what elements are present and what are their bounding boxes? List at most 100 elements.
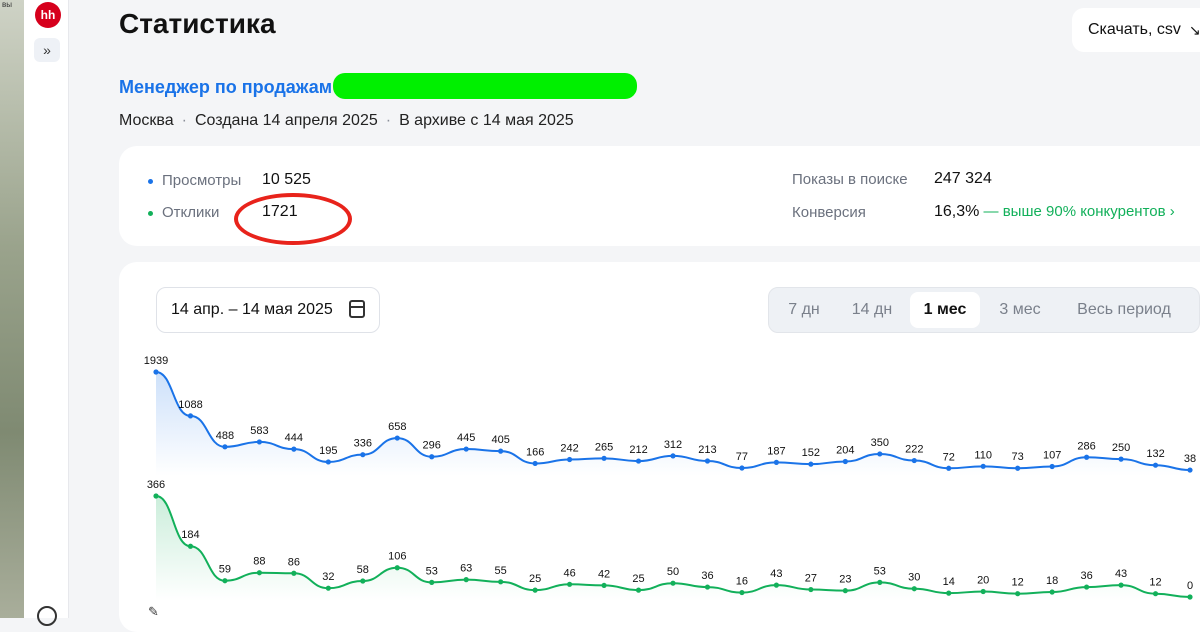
series-0-point[interactable] [842,458,848,465]
series-1-point[interactable] [946,590,952,596]
series-0-point[interactable] [222,444,228,450]
series-1-data-label: 46 [563,567,575,579]
series-0-data-label: 1939 [144,355,168,367]
series-1-point[interactable] [1152,591,1159,597]
series-1-data-label: 86 [288,556,300,568]
series-1-data-label: 53 [426,565,438,577]
series-1-point[interactable] [1187,594,1193,600]
series-1-data-label: 58 [357,564,369,576]
series-1-point[interactable] [1015,591,1021,597]
series-1-point[interactable] [842,588,848,594]
series-0-point[interactable] [946,465,952,471]
series-0-point[interactable] [360,452,366,458]
series-0-data-label: 72 [943,451,955,463]
series-1-data-label: 59 [219,564,231,576]
series-0-point[interactable] [291,446,297,452]
series-0-point[interactable] [256,439,262,445]
series-0-point[interactable] [1152,462,1159,468]
series-0-point[interactable] [704,458,711,464]
series-0-point[interactable] [325,459,331,465]
series-0-point[interactable] [601,455,607,461]
series-0-data-label: 296 [423,440,441,452]
series-0-data-label: 152 [802,447,820,459]
series-1-data-label: 106 [388,551,406,563]
series-0-point[interactable] [980,463,986,469]
series-1-point[interactable] [567,581,573,587]
series-1-point[interactable] [256,570,262,576]
series-1-point[interactable] [670,580,676,586]
series-1-data-label: 53 [874,565,886,577]
series-0-data-label: 583 [250,425,268,437]
series-0-point[interactable] [739,465,745,471]
series-1-point[interactable] [911,586,917,592]
series-0-data-label: 77 [736,451,748,463]
series-0-data-label: 73 [1012,451,1024,463]
series-0-point[interactable] [463,446,469,452]
series-1-point[interactable] [808,586,814,593]
series-1-data-label: 18 [1046,575,1058,587]
series-1-point[interactable] [222,578,228,584]
series-0-point[interactable] [187,413,194,419]
series-0-data-label: 195 [319,445,337,457]
statistics-line-chart: 1939 1088 488 583 444 195 336 658 296 445 405 166 24… [144,355,1196,601]
series-1-point[interactable] [635,587,642,593]
series-0-point[interactable] [1015,465,1021,471]
series-0-point[interactable] [1118,456,1124,462]
series-1-data-label: 50 [667,566,679,578]
series-0-point[interactable] [1084,454,1090,460]
series-1-point[interactable] [601,582,607,589]
series-1-point[interactable] [360,578,366,584]
series-1-point[interactable] [1084,584,1090,590]
series-0-point[interactable] [1187,467,1193,473]
series-0-point[interactable] [567,456,573,463]
series-1-point[interactable] [394,565,400,571]
series-1-point[interactable] [325,585,331,591]
series-0-point[interactable] [670,453,676,459]
series-1-data-label: 0 [1187,580,1193,592]
series-1-point[interactable] [429,579,435,585]
series-1-point[interactable] [773,582,780,588]
series-1-point[interactable] [291,570,297,576]
series-1-data-label: 63 [460,563,472,575]
series-0-data-label: 38 [1184,453,1196,465]
series-1-point[interactable] [1118,582,1124,588]
series-0-point[interactable] [394,435,400,441]
series-1-point[interactable] [1049,589,1055,595]
series-0-point[interactable] [532,460,538,467]
series-0-point[interactable] [911,457,917,464]
series-0-point[interactable] [429,454,435,460]
series-1-point[interactable] [153,493,159,499]
series-1-data-label: 25 [529,573,541,585]
series-0-data-label: 265 [595,441,613,453]
series-0-data-label: 312 [664,439,682,451]
series-0-data-label: 213 [698,444,716,456]
series-0-point[interactable] [877,451,883,457]
series-0-data-label: 350 [871,437,889,449]
series-1-data-label: 36 [1080,570,1092,582]
series-0-data-label: 166 [526,446,544,458]
series-1-point[interactable] [498,579,504,585]
series-1-data-label: 25 [632,573,644,585]
series-1-data-label: 36 [701,570,713,582]
series-1-point[interactable] [532,587,538,593]
series-0-point[interactable] [635,458,642,464]
series-1-point[interactable] [463,577,469,583]
series-0-data-label: 286 [1077,440,1095,452]
series-0-data-label: 107 [1043,449,1061,461]
series-0-point[interactable] [1049,463,1055,470]
series-1-point[interactable] [704,584,711,590]
series-1-data-label: 42 [598,568,610,580]
series-1-point[interactable] [739,589,745,596]
series-1-data-label: 32 [322,571,334,583]
series-1-point[interactable] [187,543,194,549]
series-1-point[interactable] [877,579,883,585]
series-1-data-label: 14 [943,576,955,588]
series-0-point[interactable] [808,461,814,467]
series-0-point[interactable] [153,369,159,375]
series-1-point[interactable] [980,588,986,595]
series-0-area [156,372,1190,476]
series-0-data-label: 187 [767,445,785,457]
series-0-data-label: 242 [560,443,578,455]
series-0-point[interactable] [498,448,504,454]
series-0-point[interactable] [773,459,780,465]
